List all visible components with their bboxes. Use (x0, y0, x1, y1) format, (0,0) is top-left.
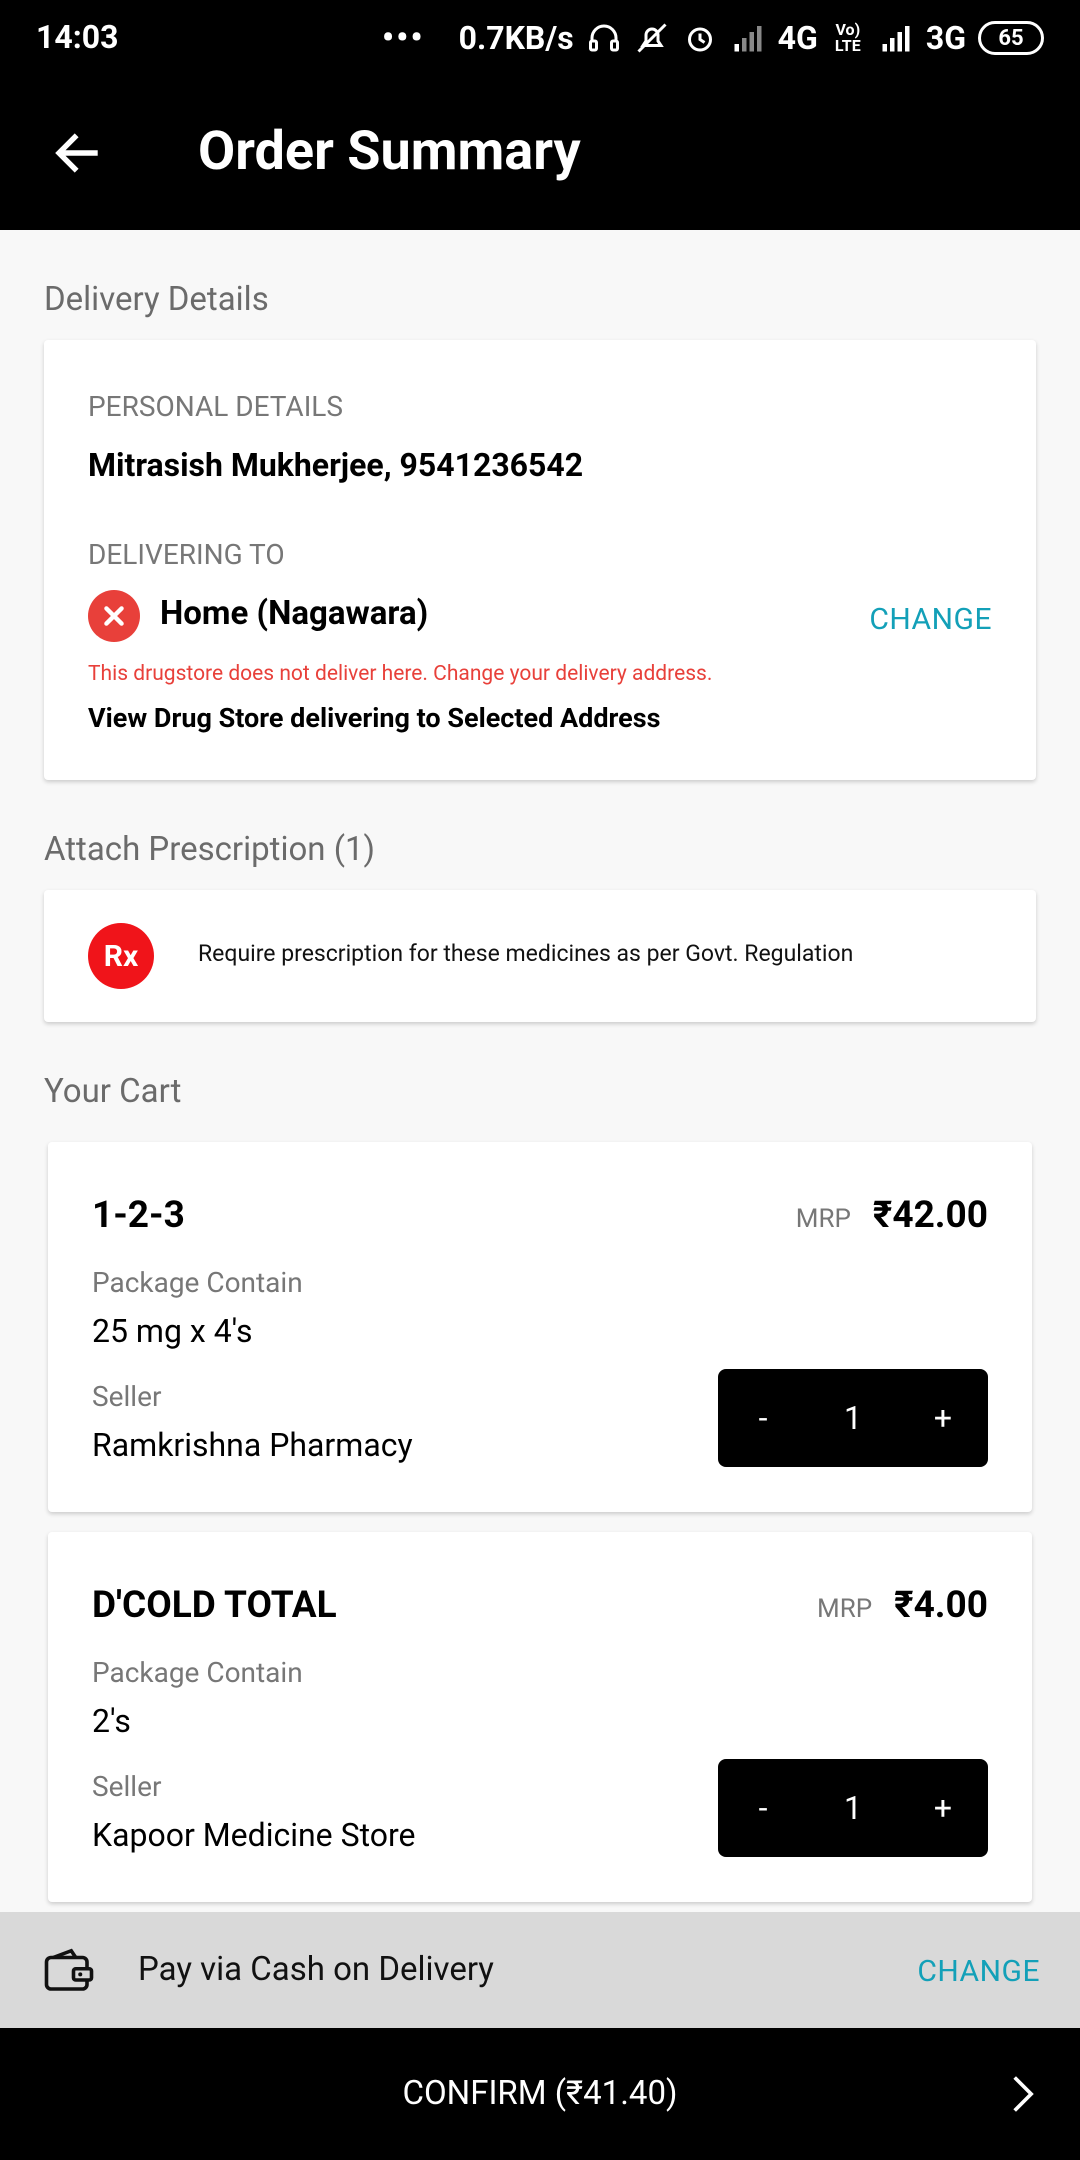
network-type-2: 3G (925, 19, 966, 57)
status-time: 14:03 (36, 18, 119, 56)
prescription-section-title: Attach Prescription (1) (44, 830, 376, 869)
package-value: 25 mg x 4's (92, 1312, 253, 1350)
cart-item-price: ₹4.00 (894, 1584, 988, 1627)
cart-item-price-group: MRP ₹42.00 (796, 1194, 988, 1237)
cart-item-name: D'COLD TOTAL (92, 1584, 337, 1627)
quantity-stepper: - 1 + (718, 1759, 988, 1857)
package-value: 2's (92, 1702, 131, 1740)
view-drug-stores-link[interactable]: View Drug Store delivering to Selected A… (88, 702, 661, 734)
wallet-icon (44, 1948, 94, 1991)
delivering-to-label: DELIVERING TO (88, 538, 285, 571)
page-title: Order Summary (198, 120, 581, 183)
seller-label: Seller (92, 1770, 162, 1803)
package-label: Package Contain (92, 1266, 303, 1299)
rx-badge-icon: Rx (88, 923, 154, 989)
cart-item: D'COLD TOTAL MRP ₹4.00 Package Contain 2… (48, 1532, 1032, 1902)
chevron-right-icon (1013, 2076, 1034, 2112)
cart-section-title: Your Cart (44, 1072, 182, 1111)
cart-item-price: ₹42.00 (872, 1194, 988, 1237)
package-label: Package Contain (92, 1656, 303, 1689)
mute-bell-icon (637, 23, 667, 53)
payment-bar: Pay via Cash on Delivery CHANGE (0, 1912, 1080, 2028)
mrp-label: MRP (795, 1204, 851, 1234)
back-arrow-icon[interactable] (50, 126, 104, 180)
seller-value: Kapoor Medicine Store (92, 1816, 416, 1854)
delivery-address: Home (Nagawara) (160, 594, 429, 633)
change-address-button[interactable]: CHANGE (869, 602, 992, 637)
confirm-button[interactable]: CONFIRM (₹41.40) (0, 2028, 1080, 2160)
mrp-label: MRP (817, 1594, 873, 1624)
battery-icon: 65 (978, 21, 1044, 55)
cart-item-price-group: MRP ₹4.00 (817, 1584, 988, 1627)
notification-dots: ••• (381, 18, 425, 58)
cart-item-name: 1-2-3 (92, 1194, 185, 1237)
increase-quantity-button[interactable]: + (898, 1789, 988, 1827)
signal-icon-2 (882, 26, 910, 52)
delivery-card: PERSONAL DETAILS Mitrasish Mukherjee, 95… (44, 340, 1036, 780)
decrease-quantity-button[interactable]: - (718, 1399, 808, 1437)
quantity-value: 1 (844, 1789, 862, 1827)
increase-quantity-button[interactable]: + (898, 1399, 988, 1437)
prescription-card[interactable]: Rx Require prescription for these medici… (44, 890, 1036, 1022)
signal-icon (734, 26, 762, 52)
personal-details-label: PERSONAL DETAILS (88, 390, 344, 423)
decrease-quantity-button[interactable]: - (718, 1789, 808, 1827)
network-type-1: 4G (777, 19, 818, 57)
volte-label: Vo) LTE (834, 20, 861, 55)
cart-item: 1-2-3 MRP ₹42.00 Package Contain 25 mg x… (48, 1142, 1032, 1512)
error-icon (88, 590, 140, 642)
personal-details-value: Mitrasish Mukherjee, 9541236542 (88, 446, 584, 484)
delivery-section-title: Delivery Details (44, 280, 269, 319)
quantity-stepper: - 1 + (718, 1369, 988, 1467)
delivery-error-text: This drugstore does not deliver here. Ch… (88, 662, 713, 686)
status-icons: ••• 0.7KB/s 4G Vo) LTE 3G 65 (382, 18, 1044, 58)
change-payment-button[interactable]: CHANGE (917, 1954, 1040, 1989)
quantity-value: 1 (844, 1399, 862, 1437)
headset-icon (588, 24, 619, 52)
seller-value: Ramkrishna Pharmacy (92, 1426, 413, 1464)
app-bar: Order Summary (0, 76, 1080, 230)
payment-method-label: Pay via Cash on Delivery (138, 1950, 494, 1989)
seller-label: Seller (92, 1380, 162, 1413)
prescription-text: Require prescription for these medicines… (198, 940, 854, 967)
network-speed: 0.7KB/s (458, 19, 574, 57)
status-bar: 14:03 ••• 0.7KB/s 4G Vo) LTE 3G 65 (0, 0, 1080, 76)
confirm-label: CONFIRM (₹41.40) (402, 2074, 678, 2113)
alarm-icon (687, 27, 712, 52)
